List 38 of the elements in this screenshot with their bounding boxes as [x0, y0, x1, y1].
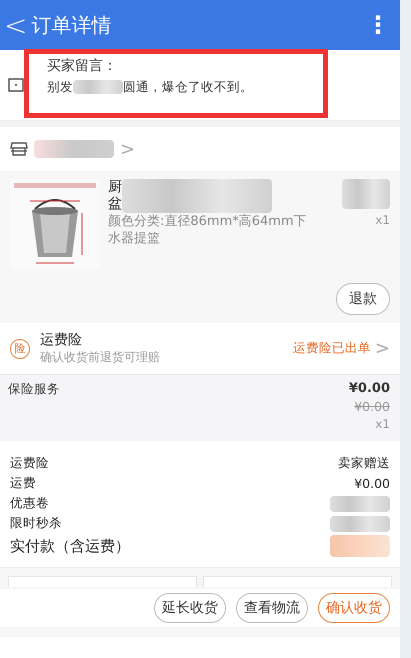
chevron-icon[interactable]: > — [120, 138, 136, 160]
blurred-area — [73, 80, 123, 94]
quantity: x1 — [375, 213, 390, 227]
chevron-icon[interactable]: > — [374, 338, 390, 359]
message-label: 买家留言： — [47, 56, 118, 74]
note-icon — [8, 77, 24, 93]
blurred-area — [342, 179, 390, 209]
original-price: ¥0.00 — [354, 399, 390, 414]
insurance-status[interactable]: 运费险已出单 — [292, 340, 371, 357]
action-button[interactable]: 查看物流 — [236, 593, 308, 623]
product-title: 盆 — [108, 196, 122, 213]
insurance-badge: 险 — [10, 338, 30, 358]
insurance-subtitle: 确认收货前退货可理赔 — [40, 349, 161, 366]
blurred-area — [330, 516, 390, 532]
service-price: ¥0.00 — [348, 381, 390, 396]
action-button[interactable]: 延长收货 — [154, 593, 226, 623]
summary-label: 运费 — [10, 475, 36, 492]
message-text: 别发 — [47, 78, 73, 96]
summary-label: 限时秒杀 — [10, 515, 62, 532]
summary-label: 实付款（含运费） — [10, 536, 130, 556]
product-title: 厨 — [108, 179, 122, 196]
back-button[interactable]: < — [4, 8, 28, 42]
action-button[interactable]: 确认收货 — [318, 593, 390, 623]
service-label: 保险服务 — [8, 381, 60, 398]
page-title: 订单详情 — [31, 12, 112, 38]
menu-button[interactable]: ⋮ — [366, 11, 390, 39]
product-spec: 颜色分类:直径86mm*高64mm下水器提篮 — [108, 213, 308, 247]
blurred-area — [330, 535, 390, 557]
message-text: 圆通，爆仓了收不到。 — [123, 78, 253, 96]
shop-icon — [10, 141, 28, 157]
summary-value: ¥0.00 — [354, 476, 390, 491]
insurance-title: 运费险 — [40, 331, 83, 349]
quantity: x1 — [375, 417, 390, 431]
refund-button[interactable]: 退款 — [336, 283, 390, 315]
summary-value: 卖家赠送 — [338, 455, 390, 472]
blurred-area — [330, 496, 390, 512]
summary-label: 运费险 — [10, 455, 49, 472]
summary-label: 优惠卷 — [10, 495, 49, 512]
